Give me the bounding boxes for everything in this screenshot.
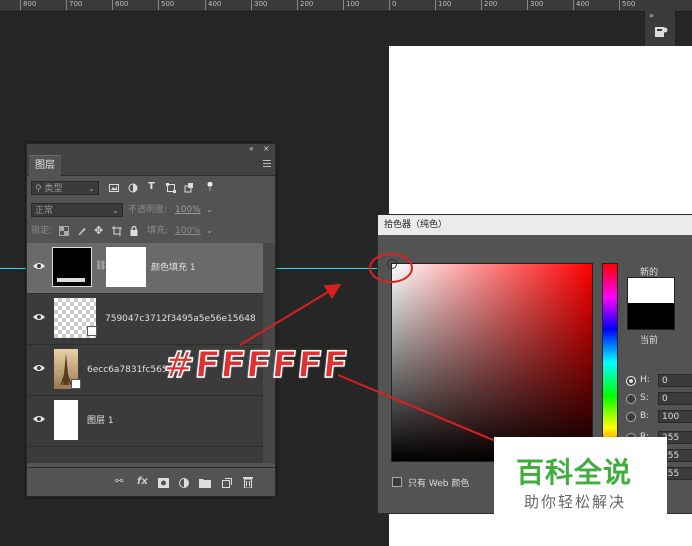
watermark-subtitle: 助你轻松解决 [524,493,627,511]
hex-annotation: #FFFFFF [161,344,352,387]
watermark: 百科全说 助你轻松解决 [494,437,667,520]
annotation-arrow [239,283,342,346]
watermark-title: 百科全说 [516,456,633,489]
